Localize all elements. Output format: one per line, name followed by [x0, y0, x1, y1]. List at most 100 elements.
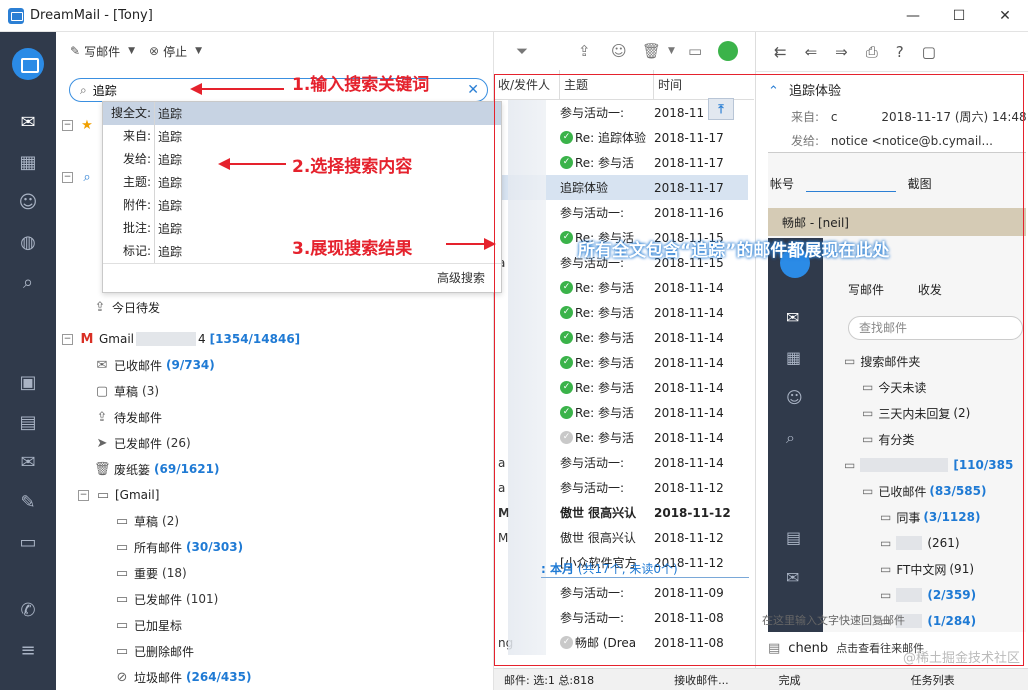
mail-icon[interactable]: ✉: [16, 110, 40, 134]
row-subject-text: 参与活动一:: [560, 481, 625, 495]
to-label: 发给:: [791, 134, 820, 148]
chevron-down-icon[interactable]: ▼: [128, 46, 135, 56]
folder-icon: ▭: [862, 432, 874, 446]
tree-row-hidden-1[interactable]: − ★: [62, 112, 99, 138]
collapse-up-icon[interactable]: ⌃: [768, 84, 779, 99]
wrench-icon[interactable]: ✆: [16, 598, 40, 622]
tree-item-folder[interactable]: ⇪ 待发邮件: [94, 404, 166, 430]
mail-filter-icon[interactable]: ✉: [16, 450, 40, 474]
help-icon[interactable]: ?: [896, 43, 904, 61]
calendar-30-icon[interactable]: ▣: [16, 370, 40, 394]
option-label: 附件:: [103, 194, 155, 217]
search-icon[interactable]: ⌕: [16, 270, 40, 294]
status-tasks[interactable]: 任务列表: [911, 672, 955, 688]
filter-icon[interactable]: ⏷: [516, 32, 528, 70]
window-icon[interactable]: ▢: [922, 43, 936, 61]
dropdown-option[interactable]: 搜全文: 追踪: [103, 102, 501, 125]
folder-icon: ✉: [96, 357, 108, 373]
inner-tree-item: ▭ 今天未读: [862, 374, 929, 400]
reply-icon[interactable]: ⇐: [805, 43, 818, 61]
tree-item-gmail-folder[interactable]: ▭ 已发邮件 (101): [114, 586, 218, 612]
menu-icon[interactable]: ≡: [16, 638, 40, 662]
maximize-icon[interactable]: ☐: [936, 0, 982, 32]
group-divider: [541, 577, 749, 578]
scroll-to-top-icon[interactable]: ⤒: [708, 98, 734, 120]
minimize-icon[interactable]: —: [890, 0, 936, 32]
collapse-icon[interactable]: −: [78, 489, 89, 501]
upload-icon[interactable]: ⇪: [578, 32, 591, 70]
tree-item-folder[interactable]: 🗑 废纸篓 (69/1621): [94, 456, 219, 482]
person-card-icon[interactable]: ▤: [16, 410, 40, 434]
row-subject-text: Re: 参与活: [575, 331, 635, 345]
tree-item-label: 草稿: [134, 514, 159, 529]
clear-search-icon[interactable]: ✕: [467, 82, 479, 98]
inner-header-text: 畅邮 - [neil]: [782, 215, 849, 230]
tree-item-gmail-group[interactable]: − ▭ [Gmail]: [78, 482, 159, 508]
status-circle-icon[interactable]: [718, 32, 738, 70]
dropdown-option[interactable]: 来自: 追踪: [103, 125, 501, 148]
quick-reply-hint[interactable]: 在这里输入文字快速回复邮件: [762, 612, 905, 628]
trash-icon[interactable]: 🗑: [642, 32, 661, 70]
stop-button[interactable]: ⊗ 停止 ▼: [149, 43, 202, 60]
tree-item-gmail-folder[interactable]: ▭ 草稿 (2): [114, 508, 179, 534]
tree-item-count: (3): [142, 384, 160, 398]
tree-item-gmail-folder[interactable]: ⊘ 垃圾邮件 (264/435): [114, 664, 252, 690]
tree-item-folder[interactable]: ▢ 草稿 (3): [94, 378, 159, 404]
row-subject-text: 畅邮 (Drea: [575, 636, 637, 650]
row-subject-text: 参与活动一:: [560, 611, 625, 625]
forward-icon[interactable]: ⇒: [835, 43, 848, 61]
mail-logo-icon[interactable]: [12, 48, 44, 80]
reading-pane: ⇇ ⇐ ⇒ ⎙ ? ▢ ⌃ 追踪体验 来自: c 2018-11-17 (周六)…: [755, 32, 1028, 690]
tree-item-folder[interactable]: ➤ 已发邮件 (26): [94, 430, 191, 456]
row-subject-text: 追踪体验: [560, 181, 609, 195]
subject-text: 追踪体验: [789, 84, 842, 99]
replied-check-icon: ✓: [560, 431, 573, 444]
column-subject[interactable]: 主题: [560, 69, 654, 100]
comment-icon[interactable]: ▭: [688, 32, 702, 70]
tree-account-gmail[interactable]: − M Gmail 4 [1354/14846]: [62, 326, 300, 352]
from-value[interactable]: c: [831, 110, 838, 124]
note-icon[interactable]: ▭: [16, 530, 40, 554]
print-icon[interactable]: ⎙: [866, 43, 878, 61]
user-settings-icon[interactable]: ☺: [611, 32, 627, 70]
globe-icon[interactable]: ◍: [16, 230, 40, 254]
column-time[interactable]: 时间: [654, 70, 744, 100]
column-sender[interactable]: 收/发件人: [494, 69, 560, 100]
inner-tree-item: ▭ [110/385: [844, 452, 1013, 478]
reply-all-icon[interactable]: ⇇: [774, 43, 787, 61]
collapse-icon[interactable]: −: [62, 333, 73, 345]
reader-footer[interactable]: ▤ chenb 点击查看往来邮件: [768, 640, 924, 656]
contacts-icon[interactable]: ☺: [16, 190, 40, 214]
row-subject-text: 参与活动一:: [560, 106, 625, 120]
inner-search-text: 查找邮件: [859, 321, 908, 335]
folder-icon: ▭: [862, 406, 874, 420]
chevron-down-icon[interactable]: ▼: [195, 46, 202, 56]
replied-check-icon: ✓: [560, 231, 573, 244]
tree-item-gmail-folder[interactable]: ▭ 重要 (18): [114, 560, 187, 586]
folder-icon: 🗑: [94, 461, 111, 477]
chevron-down-icon[interactable]: ▼: [668, 32, 675, 70]
group-header[interactable]: : 本月 (共17个, 未读0个): [541, 560, 678, 577]
tree-item-gmail-folder[interactable]: ▭ 已加星标: [114, 612, 186, 638]
tree-item-gmail-folder[interactable]: ▭ 所有邮件 (30/303): [114, 534, 243, 560]
tree-item-folder[interactable]: ✉ 已收邮件 (9/734): [94, 352, 215, 378]
advanced-search-link[interactable]: 高级搜索: [437, 269, 485, 286]
dropdown-option[interactable]: 附件: 追踪: [103, 194, 501, 217]
option-value: 追踪: [158, 245, 183, 259]
replied-check-icon: ✓: [560, 281, 573, 294]
calendar-icon[interactable]: ▦: [16, 150, 40, 174]
to-value[interactable]: notice <notice@b.cymail...: [831, 134, 993, 148]
replied-check-icon: ✓: [560, 636, 573, 649]
from-label: 来自:: [791, 110, 820, 124]
row-subject: ✓ Re: 参与活: [560, 379, 654, 396]
pen-icon[interactable]: ✎: [16, 490, 40, 514]
option-value: 追踪: [158, 130, 183, 144]
tree-item-today[interactable]: ⇪ 今日待发: [92, 294, 160, 320]
tree-item-gmail-folder[interactable]: ▭ 已删除邮件: [114, 638, 198, 664]
compose-button[interactable]: ✎ 写邮件 ▼: [70, 43, 135, 60]
close-icon[interactable]: ✕: [982, 0, 1028, 32]
tree-row-hidden-2[interactable]: − ⌕: [62, 164, 99, 190]
collapse-icon[interactable]: −: [62, 171, 73, 183]
arrow-step2: [218, 158, 286, 170]
collapse-icon[interactable]: −: [62, 119, 73, 131]
